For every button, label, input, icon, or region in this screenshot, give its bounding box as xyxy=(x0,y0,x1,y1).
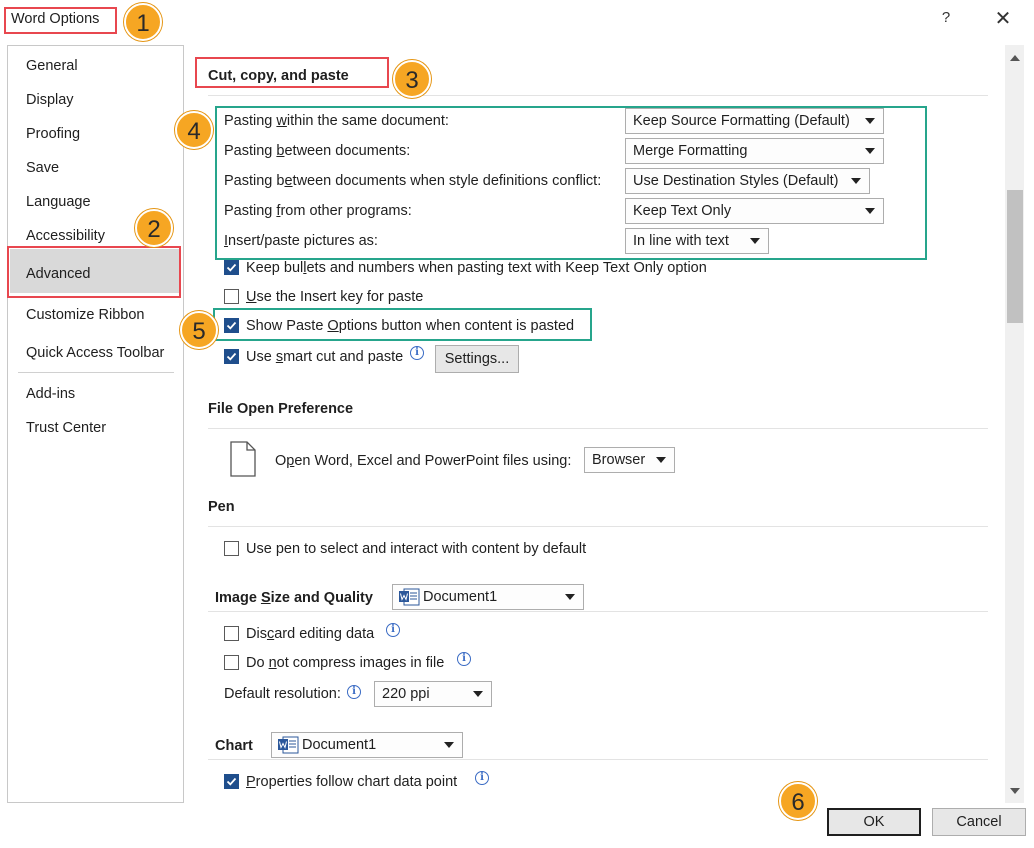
word-document-icon xyxy=(278,736,299,754)
sidebar-item-general[interactable]: General xyxy=(26,58,78,74)
image-quality-document-dropdown[interactable]: Document1 xyxy=(392,584,584,610)
step-badge-2: 2 xyxy=(135,209,173,247)
chevron-down-icon xyxy=(473,691,483,697)
file-open-dropdown[interactable]: Browser xyxy=(584,447,675,473)
keep-bullets-checkbox[interactable] xyxy=(224,260,239,275)
vertical-scrollbar[interactable] xyxy=(1005,45,1024,803)
ok-button[interactable]: OK xyxy=(827,808,921,836)
step-badge-6: 6 xyxy=(779,782,817,820)
default-resolution-label: Default resolution: xyxy=(224,686,341,702)
section-title-pen: Pen xyxy=(208,499,235,515)
smart-cut-paste-checkbox[interactable] xyxy=(224,349,239,364)
no-compress-label: Do not compress images in file xyxy=(246,655,445,671)
section-divider xyxy=(208,526,988,527)
close-button[interactable]: ✕ xyxy=(990,6,1016,32)
smart-cut-settings-button[interactable]: Settings... xyxy=(435,345,519,373)
scroll-down-arrow-icon[interactable] xyxy=(1010,788,1020,794)
chart-properties-label: Properties follow chart data point xyxy=(246,774,458,790)
section-title-file-open: File Open Preference xyxy=(208,401,354,417)
step-badge-4: 4 xyxy=(175,111,213,149)
section-title-image-quality: Image Size and Quality xyxy=(215,590,373,606)
highlight-box-title xyxy=(4,7,117,34)
discard-editing-checkbox[interactable] xyxy=(224,626,239,641)
info-icon[interactable]: i xyxy=(475,771,489,785)
sidebar-item-accessibility[interactable]: Accessibility xyxy=(26,228,105,244)
highlight-box-section-title xyxy=(195,57,389,88)
default-resolution-dropdown[interactable]: 220 ppi xyxy=(374,681,492,707)
pen-label: Use pen to select and interact with cont… xyxy=(246,541,587,557)
section-divider xyxy=(208,759,988,760)
step-badge-3: 3 xyxy=(393,60,431,98)
chevron-down-icon xyxy=(656,457,666,463)
sidebar-item-proofing[interactable]: Proofing xyxy=(26,126,80,142)
section-divider xyxy=(208,95,988,96)
sidebar-divider xyxy=(18,372,174,373)
word-document-icon xyxy=(399,588,420,606)
smart-cut-paste-label: Use smart cut and paste xyxy=(246,349,404,365)
sidebar-item-display[interactable]: Display xyxy=(26,92,74,108)
section-title-chart: Chart xyxy=(215,738,253,754)
info-icon[interactable]: i xyxy=(457,652,471,666)
sidebar-item-quick-access-toolbar[interactable]: Quick Access Toolbar xyxy=(26,345,164,361)
cancel-button[interactable]: Cancel xyxy=(932,808,1026,836)
insert-key-paste-label: Use the Insert key for paste xyxy=(246,289,424,305)
pen-checkbox[interactable] xyxy=(224,541,239,556)
highlight-box-show-paste-options xyxy=(213,308,592,341)
step-badge-1: 1 xyxy=(124,3,162,41)
sidebar: General Display Proofing Save Language A… xyxy=(7,45,184,803)
chart-document-dropdown[interactable]: Document1 xyxy=(271,732,463,758)
scroll-up-arrow-icon[interactable] xyxy=(1010,55,1020,61)
sidebar-item-language[interactable]: Language xyxy=(26,194,91,210)
no-compress-checkbox[interactable] xyxy=(224,655,239,670)
insert-key-paste-checkbox[interactable] xyxy=(224,289,239,304)
info-icon[interactable]: i xyxy=(386,623,400,637)
highlight-box-advanced xyxy=(7,246,181,298)
file-open-label: Open Word, Excel and PowerPoint files us… xyxy=(275,453,572,469)
sidebar-item-customize-ribbon[interactable]: Customize Ribbon xyxy=(26,307,144,323)
sidebar-item-add-ins[interactable]: Add-ins xyxy=(26,386,75,402)
document-icon xyxy=(230,441,256,477)
highlight-box-paste-options xyxy=(215,106,927,260)
keep-bullets-label: Keep bullets and numbers when pasting te… xyxy=(246,260,707,276)
help-button[interactable]: ? xyxy=(936,9,956,29)
sidebar-item-trust-center[interactable]: Trust Center xyxy=(26,420,106,436)
section-divider xyxy=(208,611,988,612)
sidebar-item-save[interactable]: Save xyxy=(26,160,59,176)
info-icon[interactable]: i xyxy=(410,346,424,360)
chevron-down-icon xyxy=(444,742,454,748)
discard-editing-label: Discard editing data xyxy=(246,626,375,642)
scrollbar-thumb[interactable] xyxy=(1007,190,1023,323)
info-icon[interactable]: i xyxy=(347,685,361,699)
step-badge-5: 5 xyxy=(180,311,218,349)
section-divider xyxy=(208,428,988,429)
chart-properties-checkbox[interactable] xyxy=(224,774,239,789)
chevron-down-icon xyxy=(565,594,575,600)
